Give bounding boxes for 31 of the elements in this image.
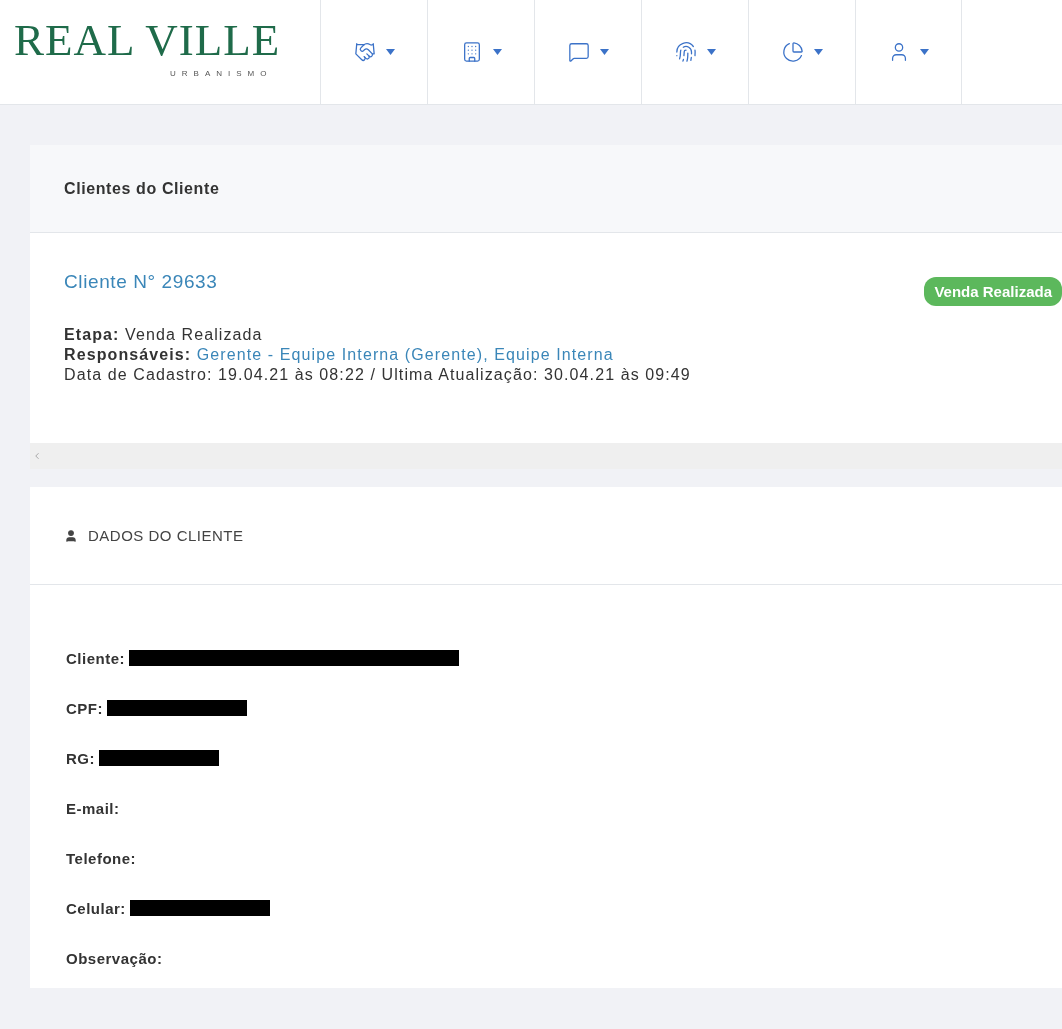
caret-icon xyxy=(920,49,929,55)
logo-name: REAL VILLE xyxy=(14,18,282,63)
message-icon xyxy=(567,41,590,63)
caret-icon xyxy=(492,49,502,55)
handshake-icon xyxy=(353,41,376,63)
fingerprint-icon xyxy=(674,41,697,63)
field-label: E-mail: xyxy=(66,799,120,817)
horizontal-scrollbar[interactable] xyxy=(30,443,1062,469)
nav-menu-button[interactable] xyxy=(855,0,962,104)
field-label: Cliente: xyxy=(66,649,125,667)
responsibles-label: Responsáveis: xyxy=(64,346,192,363)
status-badge: Venda Realizada xyxy=(924,277,1062,306)
pie-chart-icon xyxy=(781,41,804,63)
dates-line: Data de Cadastro: 19.04.21 às 08:22 / Ultima Atualização: 30.04.21 às 09:49 xyxy=(64,365,692,385)
caret-icon xyxy=(385,49,395,55)
scroll-left-icon[interactable] xyxy=(32,451,42,461)
user-icon xyxy=(64,528,78,543)
logo-tagline: URBANISMO xyxy=(170,69,274,78)
field-label: Celular: xyxy=(66,899,126,917)
field-label: CPF: xyxy=(66,699,103,717)
field-label: Observação: xyxy=(66,949,163,967)
client-number-link[interactable]: Cliente N° 29633 xyxy=(64,271,218,293)
caret-icon xyxy=(706,49,716,55)
stage-line: Etapa: Venda Realizada xyxy=(64,325,264,345)
field-label: Telefone: xyxy=(66,849,137,867)
responsibles-link[interactable]: Gerente - Equipe Interna (Gerente), Equipe Interna xyxy=(196,346,614,363)
field-label: RG: xyxy=(66,749,95,767)
caret-icon xyxy=(599,49,609,55)
caret-icon xyxy=(813,49,823,55)
card-title: Clientes do Cliente xyxy=(64,179,220,198)
card-title: DADOS DO CLIENTE xyxy=(88,527,244,544)
